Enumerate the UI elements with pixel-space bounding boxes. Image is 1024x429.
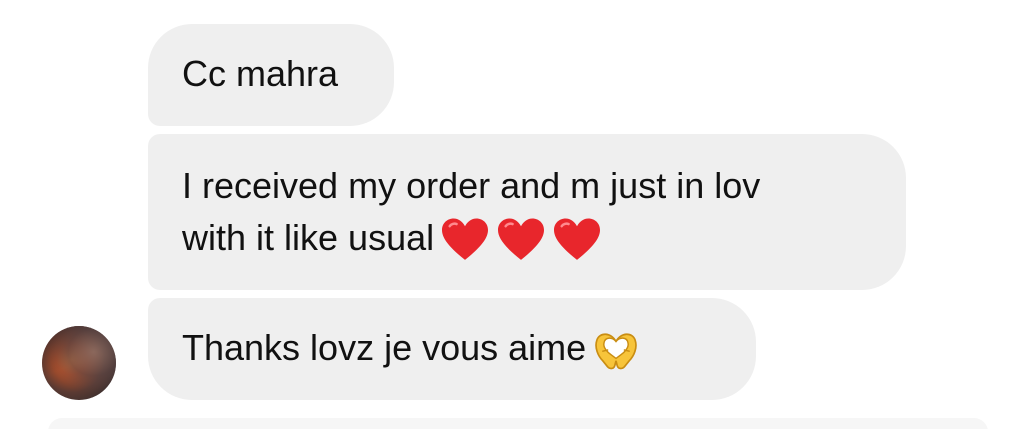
message-text: Thanks lovz je vous aime xyxy=(182,327,587,368)
heart-hands-icon xyxy=(595,333,637,370)
message-text-line-2: with it like usual xyxy=(182,212,872,264)
heart-icon xyxy=(498,219,545,261)
composer-edge xyxy=(48,418,988,429)
message-bubble[interactable]: I received my order and m just in lov wi… xyxy=(148,134,906,290)
heart-icon xyxy=(554,219,601,261)
message-text: with it like usual xyxy=(182,217,435,258)
message-bubble[interactable]: Thanks lovz je vous aime xyxy=(148,298,756,400)
message-text-line: Thanks lovz je vous aime xyxy=(182,322,722,374)
heart-icon xyxy=(442,219,489,261)
message-bubble[interactable]: Cc mahra xyxy=(148,24,394,126)
message-text: Cc mahra xyxy=(182,53,339,94)
avatar-photo xyxy=(42,326,116,400)
message-text: I received my order and m just in lov xyxy=(182,165,761,206)
avatar[interactable] xyxy=(42,326,116,400)
message-thread: Cc mahra I received my order and m just … xyxy=(0,0,1024,429)
